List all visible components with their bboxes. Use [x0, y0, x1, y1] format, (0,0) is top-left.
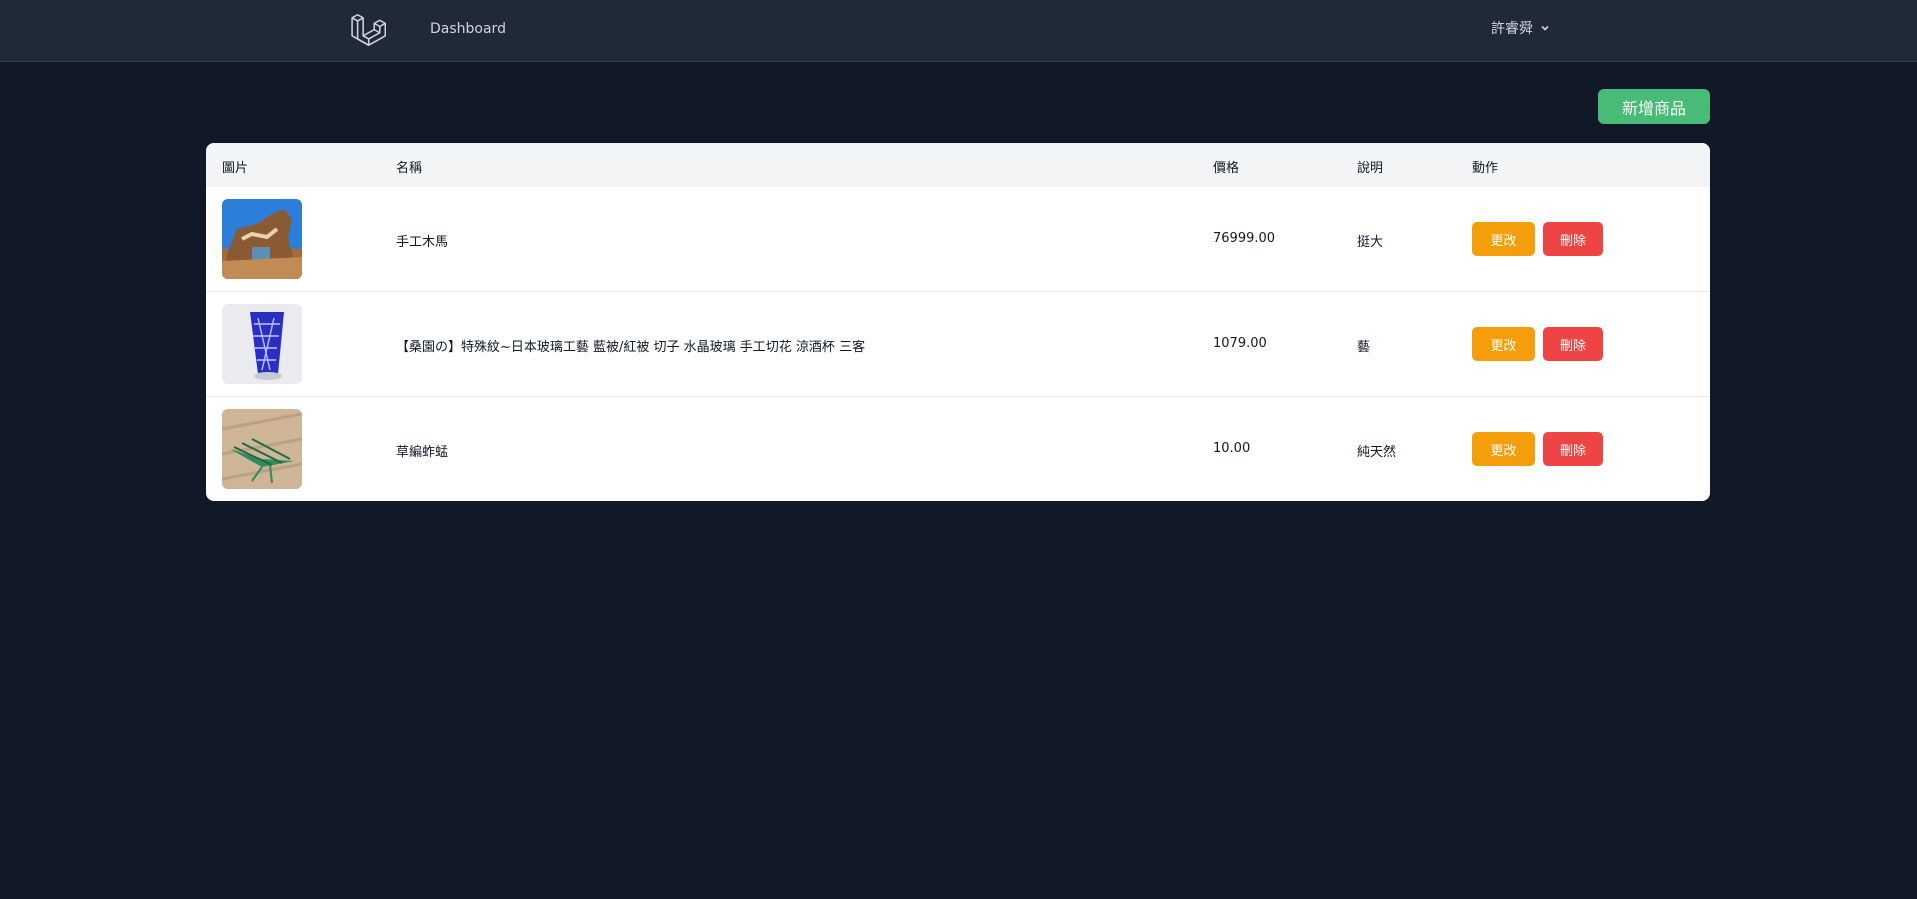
laravel-logo-icon[interactable]	[350, 13, 386, 49]
product-image	[222, 304, 302, 384]
edit-button[interactable]: 更改	[1472, 222, 1535, 256]
product-price: 76999.00	[1213, 231, 1276, 246]
product-image	[222, 409, 302, 489]
wooden-horse-photo-icon	[222, 199, 302, 279]
product-image	[222, 199, 302, 279]
product-name: 草編蚱蜢	[396, 445, 449, 460]
table-row: 草編蚱蜢 10.00 純天然 更改 刪除	[206, 397, 1710, 501]
product-desc: 挺大	[1357, 235, 1384, 250]
product-name: 手工木馬	[396, 235, 449, 250]
product-price: 10.00	[1213, 441, 1251, 456]
delete-button[interactable]: 刪除	[1543, 327, 1603, 361]
products-table: 圖片 名稱 價格 說明 動作 手工木馬 76999.00 挺大 更改 刪除 【桑…	[206, 143, 1710, 501]
delete-button[interactable]: 刪除	[1543, 222, 1603, 256]
product-desc: 純天然	[1357, 445, 1397, 460]
product-name: 【桑園の】特殊紋~日本玻璃工藝 藍被/紅被 切子 水晶玻璃 手工切花 涼酒杯 三…	[396, 340, 866, 355]
table-row: 【桑園の】特殊紋~日本玻璃工藝 藍被/紅被 切子 水晶玻璃 手工切花 涼酒杯 三…	[206, 292, 1710, 397]
product-price: 1079.00	[1213, 336, 1267, 351]
add-product-button[interactable]: 新增商品	[1598, 89, 1710, 124]
table-row: 手工木馬 76999.00 挺大 更改 刪除	[206, 187, 1710, 292]
edit-button[interactable]: 更改	[1472, 432, 1535, 466]
nav-dashboard-link[interactable]: Dashboard	[430, 21, 506, 37]
user-name: 許睿舜	[1491, 21, 1533, 37]
grass-grasshopper-photo-icon	[222, 409, 302, 489]
top-navbar: Dashboard 許睿舜	[0, 0, 1917, 62]
header-image: 圖片	[222, 161, 249, 176]
header-price: 價格	[1213, 161, 1240, 176]
table-header: 圖片 名稱 價格 說明 動作	[206, 143, 1710, 187]
edit-button[interactable]: 更改	[1472, 327, 1535, 361]
header-name: 名稱	[396, 161, 423, 176]
user-menu[interactable]: 許睿舜	[1491, 18, 1551, 38]
blue-glass-photo-icon	[222, 304, 302, 384]
header-desc: 說明	[1357, 161, 1384, 176]
product-desc: 藝	[1357, 340, 1371, 355]
chevron-down-icon	[1541, 25, 1549, 31]
header-action: 動作	[1472, 161, 1499, 176]
delete-button[interactable]: 刪除	[1543, 432, 1603, 466]
